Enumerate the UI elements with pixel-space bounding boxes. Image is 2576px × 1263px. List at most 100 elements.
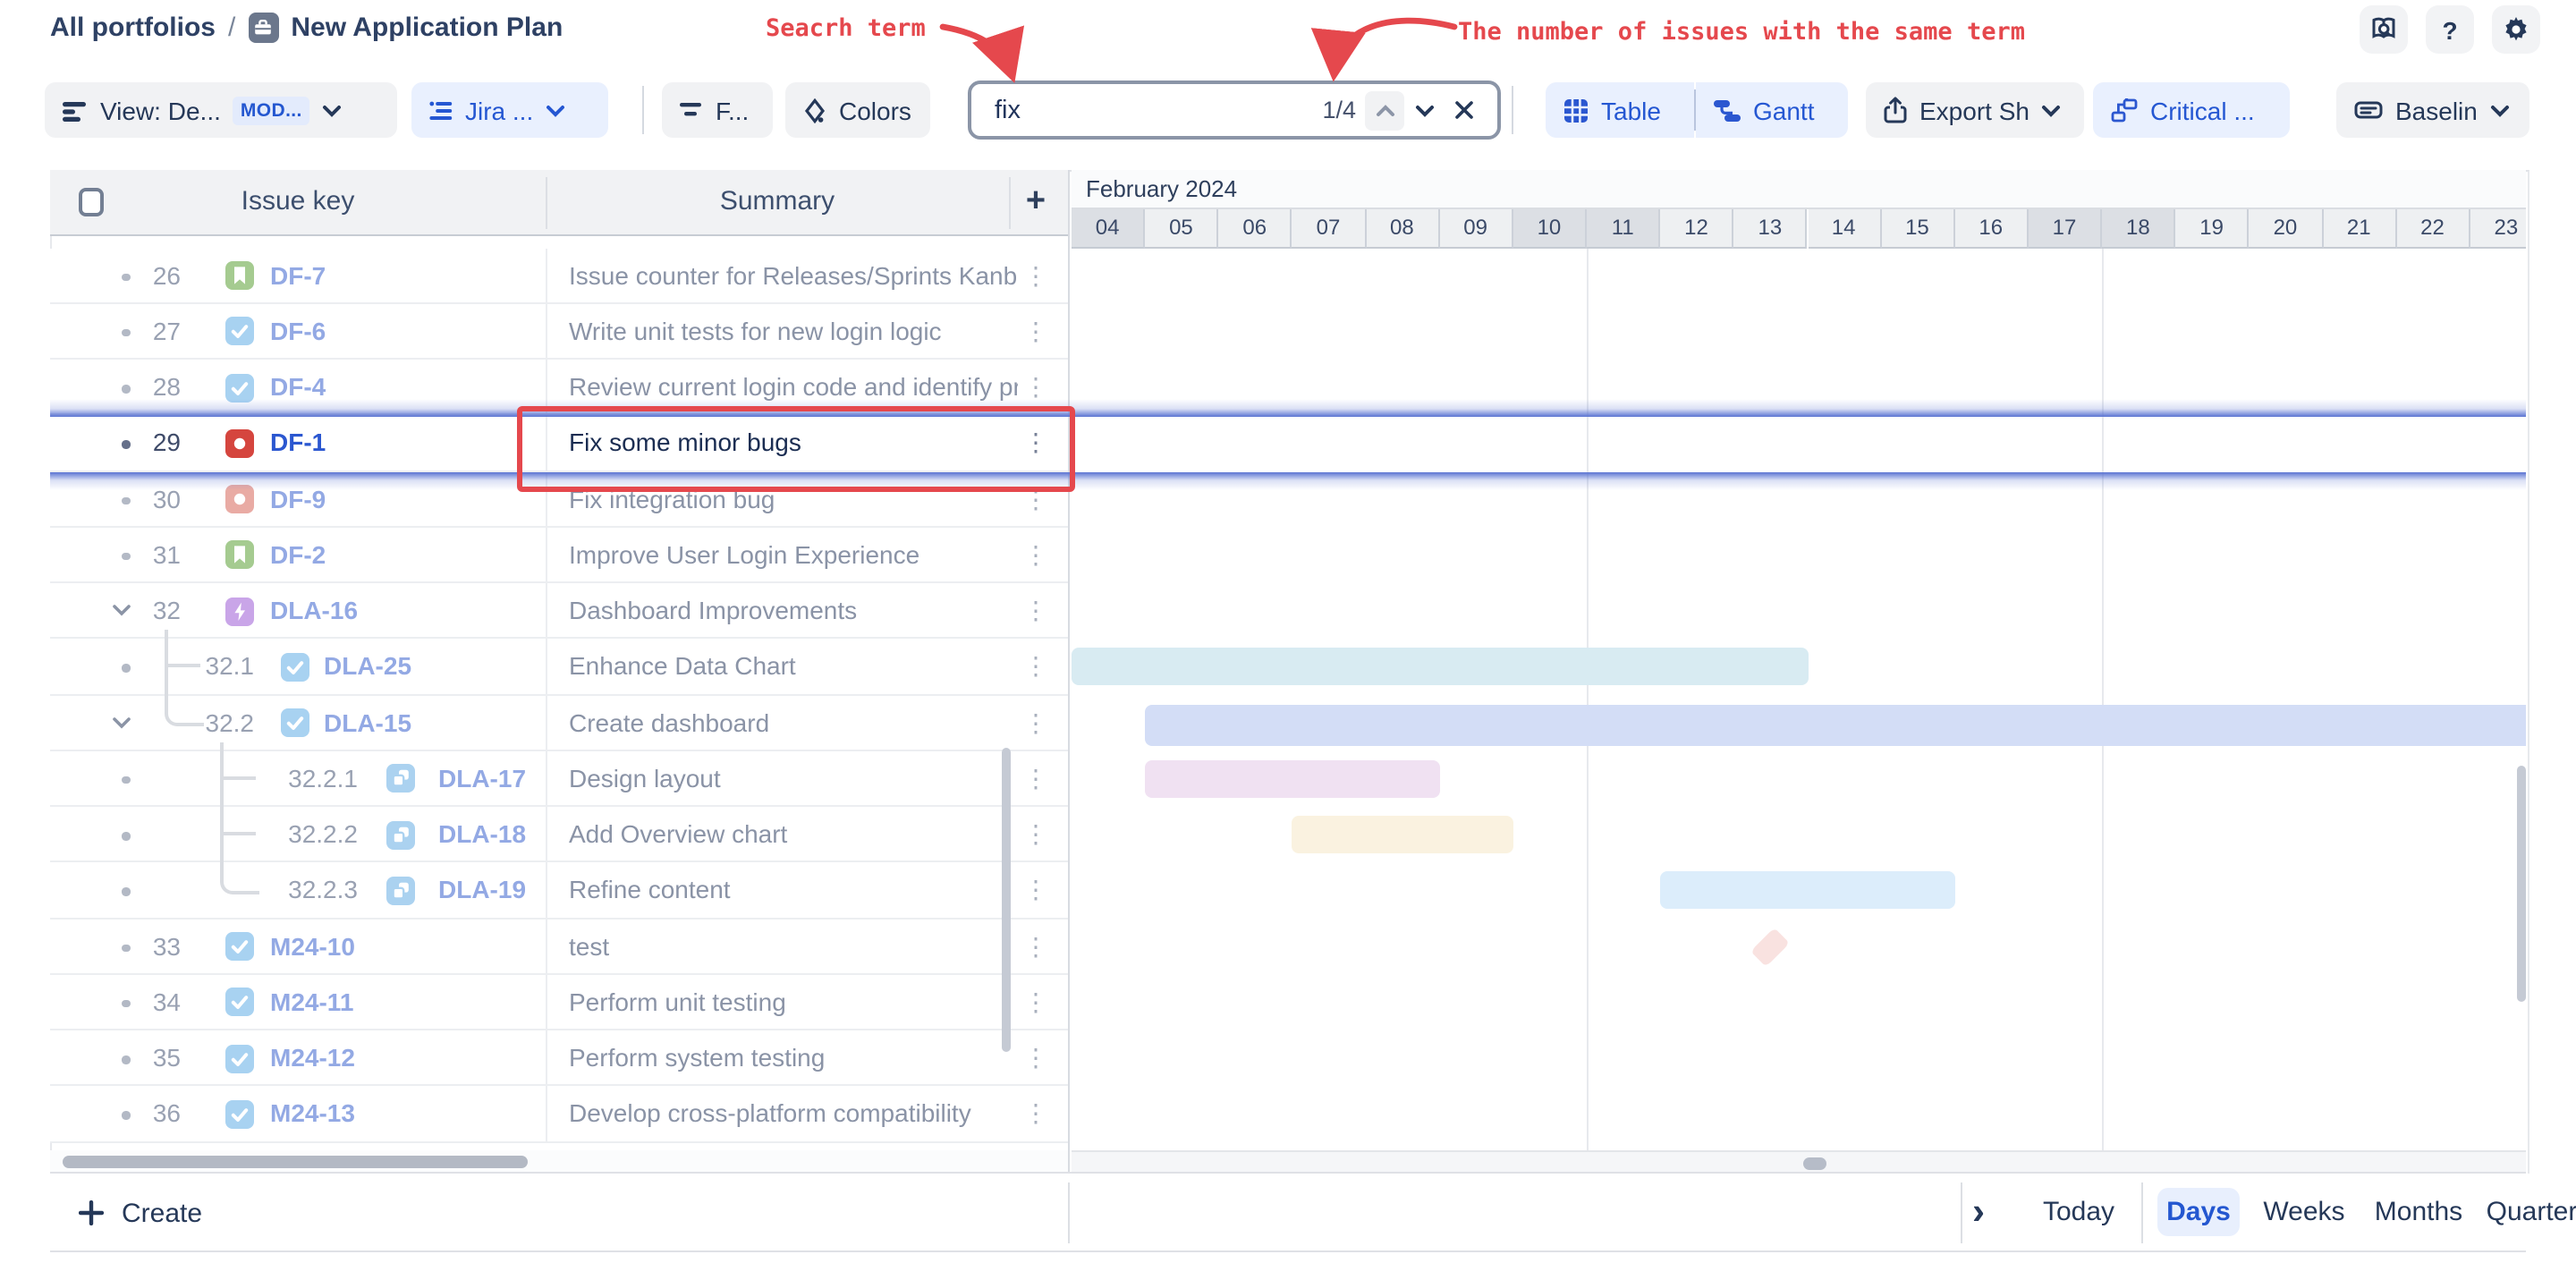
summary-cell[interactable]: Refine content [546, 863, 1018, 919]
search-input[interactable]: fix 1/4 [968, 81, 1501, 140]
issue-key-link[interactable]: M24-13 [270, 1087, 355, 1142]
summary-cell[interactable]: Dashboard Improvements [546, 583, 1018, 639]
issue-key-link[interactable]: DF-7 [270, 248, 326, 303]
row-menu-icon[interactable]: ⋮ [1018, 919, 1054, 974]
row-menu-icon[interactable]: ⋮ [1018, 863, 1054, 919]
row-menu-icon[interactable]: ⋮ [1018, 695, 1054, 750]
search-close-icon[interactable] [1444, 90, 1483, 130]
gantt-vscroll-thumb[interactable] [2517, 766, 2526, 1002]
gantt-bar-DLA-18[interactable] [1292, 816, 1513, 853]
expand-panel-button[interactable]: › [1946, 1174, 2011, 1252]
summary-cell[interactable]: Write unit tests for new login logic [546, 304, 1018, 360]
summary-cell[interactable]: Issue counter for Releases/Sprints Kanba… [546, 248, 1018, 303]
column-header-summary[interactable]: Summary [546, 170, 1009, 234]
table-row-DLA-19[interactable]: 32.2.3DLA-19Refine content⋮ [50, 863, 1068, 920]
summary-cell[interactable]: Perform system testing [546, 1030, 1018, 1086]
row-menu-icon[interactable]: ⋮ [1018, 975, 1054, 1030]
issue-key-link[interactable]: DLA-16 [270, 583, 358, 639]
summary-cell[interactable]: Improve User Login Experience [546, 528, 1018, 583]
today-button[interactable]: Today [2025, 1174, 2132, 1252]
row-menu-icon[interactable]: ⋮ [1018, 640, 1054, 695]
jira-dropdown[interactable]: Jira ... [411, 82, 608, 138]
export-dropdown[interactable]: Export Sh [1866, 82, 2084, 138]
summary-cell[interactable]: Enhance Data Chart [546, 640, 1018, 695]
table-row-M24-13[interactable]: 36M24-13Develop cross-platform compatibi… [50, 1087, 1068, 1143]
baseline-dropdown[interactable]: Baselin [2336, 82, 2529, 138]
day-header-09: 09 [1440, 209, 1513, 248]
issue-key-link[interactable]: M24-12 [270, 1030, 355, 1086]
zoom-level-weeks[interactable]: Weeks [2254, 1174, 2354, 1252]
gantt-bar-DLA-17[interactable] [1145, 760, 1439, 798]
gantt-bar-DLA-15[interactable] [1145, 704, 2526, 745]
summary-cell[interactable]: Perform unit testing [546, 975, 1018, 1030]
breadcrumb-all-portfolios[interactable]: All portfolios [50, 13, 216, 43]
summary-cell[interactable]: test [546, 919, 1018, 974]
add-column-button[interactable]: + [1009, 170, 1063, 234]
row-menu-icon[interactable]: ⋮ [1018, 360, 1054, 415]
zoom-level-quarters[interactable]: Quarters [2479, 1174, 2576, 1252]
row-menu-icon[interactable]: ⋮ [1018, 807, 1054, 862]
critical-path-button[interactable]: Critical ... [2093, 82, 2290, 138]
summary-cell[interactable]: Develop cross-platform compatibility [546, 1087, 1018, 1142]
summary-cell[interactable]: Review current login code and identify p… [546, 360, 1018, 415]
table-row-DF-1[interactable]: 29DF-1Fix some minor bugs⋮ [50, 416, 1068, 472]
table-row-M24-11[interactable]: 34M24-11Perform unit testing⋮ [50, 975, 1068, 1031]
table-row-DF-4[interactable]: 28DF-4Review current login code and iden… [50, 360, 1068, 416]
help-icon[interactable]: ? [2426, 5, 2474, 54]
table-row-DF-7[interactable]: 26DF-7Issue counter for Releases/Sprints… [50, 248, 1068, 304]
row-menu-icon[interactable]: ⋮ [1018, 248, 1054, 303]
issue-key-link[interactable]: DLA-17 [438, 751, 526, 807]
summary-cell[interactable]: Design layout [546, 751, 1018, 807]
table-row-DF-9[interactable]: 30DF-9Fix integration bug⋮ [50, 471, 1068, 528]
table-row-M24-10[interactable]: 33M24-10test⋮ [50, 919, 1068, 975]
summary-cell[interactable]: Fix integration bug [546, 471, 1018, 527]
summary-cell[interactable]: Create dashboard [546, 695, 1018, 750]
table-view-button[interactable]: Table [1546, 82, 1694, 138]
issue-key-link[interactable]: DLA-19 [438, 863, 526, 919]
issue-key-link[interactable]: DF-4 [270, 360, 326, 415]
row-menu-icon[interactable]: ⋮ [1018, 583, 1054, 639]
table-row-DLA-17[interactable]: 32.2.1DLA-17Design layout⋮ [50, 751, 1068, 808]
issue-key-link[interactable]: DLA-25 [324, 640, 411, 695]
gantt-bar-DLA-25[interactable] [1072, 648, 1808, 686]
issue-key-link[interactable]: DF-6 [270, 304, 326, 360]
summary-cell[interactable]: Add Overview chart [546, 807, 1018, 862]
table-vscroll-thumb[interactable] [1002, 748, 1011, 1052]
zoom-level-months[interactable]: Months [2365, 1174, 2472, 1252]
row-menu-icon[interactable]: ⋮ [1018, 471, 1054, 527]
milestone-diamond-M24-10[interactable] [1751, 927, 1791, 966]
library-search-icon[interactable] [2360, 5, 2408, 54]
search-prev-icon[interactable] [1365, 90, 1404, 130]
gantt-view-button[interactable]: Gantt [1696, 82, 1848, 138]
summary-cell[interactable]: Fix some minor bugs [546, 416, 1018, 471]
colors-button[interactable]: Colors [785, 82, 930, 138]
table-row-DF-2[interactable]: 31DF-2Improve User Login Experience⋮ [50, 528, 1068, 584]
column-header-issue-key[interactable]: Issue key [50, 170, 546, 234]
panel-divider[interactable] [1068, 170, 1070, 1172]
table-hscroll-thumb[interactable] [63, 1155, 528, 1167]
search-next-icon[interactable] [1404, 90, 1444, 130]
row-menu-icon[interactable]: ⋮ [1018, 751, 1054, 807]
issue-key-link[interactable]: DLA-15 [324, 695, 411, 750]
settings-gear-icon[interactable] [2492, 5, 2540, 54]
zoom-level-days[interactable]: Days [2157, 1188, 2240, 1236]
row-menu-icon[interactable]: ⋮ [1018, 304, 1054, 360]
gantt-bar-DLA-19[interactable] [1660, 872, 1954, 910]
table-row-M24-12[interactable]: 35M24-12Perform system testing⋮ [50, 1030, 1068, 1087]
table-row-DLA-18[interactable]: 32.2.2DLA-18Add Overview chart⋮ [50, 807, 1068, 863]
issue-key-link[interactable]: M24-10 [270, 919, 355, 974]
row-menu-icon[interactable]: ⋮ [1018, 528, 1054, 583]
row-menu-icon[interactable]: ⋮ [1018, 1087, 1054, 1142]
filter-button[interactable]: F... [662, 82, 773, 138]
create-button[interactable]: Create [79, 1174, 202, 1252]
issue-key-link[interactable]: DF-9 [270, 471, 326, 527]
view-dropdown[interactable]: View: De... MOD... [45, 82, 397, 138]
table-row-DF-6[interactable]: 27DF-6Write unit tests for new login log… [50, 304, 1068, 360]
gantt-hscroll-thumb[interactable] [1803, 1157, 1826, 1169]
issue-key-link[interactable]: DF-2 [270, 528, 326, 583]
row-menu-icon[interactable]: ⋮ [1018, 1030, 1054, 1086]
issue-key-link[interactable]: DF-1 [270, 416, 326, 471]
row-menu-icon[interactable]: ⋮ [1018, 416, 1054, 471]
issue-key-link[interactable]: DLA-18 [438, 807, 526, 862]
issue-key-link[interactable]: M24-11 [270, 975, 353, 1030]
